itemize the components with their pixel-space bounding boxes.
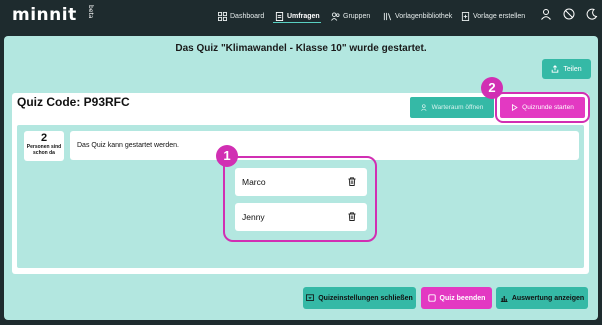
close-quiz-settings-label: Quizeinstellungen schließen — [318, 294, 413, 302]
player-name: Marco — [242, 177, 266, 187]
add-user-icon — [420, 104, 427, 111]
show-results-label: Auswertung anzeigen — [511, 294, 585, 302]
show-results-button[interactable]: Auswertung anzeigen — [496, 287, 588, 309]
player-item: Jenny — [235, 203, 367, 231]
nav-gruppen[interactable]: Gruppen — [331, 9, 370, 23]
quiz-started-message: Das Quiz "Klimawandel - Klasse 10" wurde… — [175, 43, 427, 54]
bar-chart-icon — [500, 296, 508, 302]
close-settings-icon — [306, 294, 315, 301]
globe-icon[interactable] — [563, 8, 575, 20]
quiz-code: Quiz Code: P93RFC — [17, 95, 130, 109]
trash-icon[interactable] — [348, 212, 356, 221]
open-waiting-room-button[interactable]: Warteraum öffnen — [410, 97, 494, 118]
highlight-ring — [495, 92, 590, 123]
document-icon — [275, 11, 284, 21]
player-name: Jenny — [242, 212, 265, 222]
nav-umfragen-label: Umfragen — [287, 12, 320, 20]
beta-label: beta — [87, 5, 94, 19]
add-document-icon — [461, 11, 470, 21]
nav-dashboard[interactable]: Dashboard — [218, 9, 264, 23]
nav-vorlage-erstellen[interactable]: Vorlage erstellen — [461, 9, 525, 23]
users-icon — [331, 11, 340, 21]
share-button-label: Teilen — [563, 65, 582, 73]
step-badge: 1 — [216, 145, 238, 167]
share-icon — [552, 65, 559, 73]
nav-vorlagenbibliothek-label: Vorlagenbibliothek — [395, 12, 453, 20]
participant-count-caption-line2: schon da — [33, 150, 55, 156]
nav-vorlagenbibliothek[interactable]: Vorlagenbibliothek — [383, 9, 452, 23]
nav-vorlage-erstellen-label: Vorlage erstellen — [473, 12, 526, 20]
grid-icon — [218, 11, 227, 21]
nav-gruppen-label: Gruppen — [343, 12, 371, 20]
end-quiz-label: Quiz beenden — [439, 294, 486, 302]
end-quiz-button[interactable]: Quiz beenden — [421, 287, 492, 309]
user-icon[interactable] — [540, 8, 552, 20]
open-waiting-room-label: Warteraum öffnen — [431, 104, 484, 111]
step-badge: 2 — [481, 77, 503, 99]
stop-icon — [427, 294, 436, 302]
participant-count: 2 Personen sind schon da — [24, 131, 64, 161]
top-navigation: minnit beta Dashboard Umfragen Gruppen V… — [0, 0, 602, 30]
library-icon — [383, 12, 392, 20]
logo[interactable]: minnit — [12, 5, 77, 25]
close-quiz-settings-button[interactable]: Quizeinstellungen schließen — [303, 287, 416, 309]
trash-icon[interactable] — [348, 177, 356, 186]
share-button[interactable]: Teilen — [542, 59, 591, 79]
participant-count-number: 2 — [40, 132, 48, 144]
player-item: Marco — [235, 168, 367, 196]
nav-umfragen[interactable]: Umfragen — [275, 9, 320, 23]
active-tab-indicator — [273, 22, 321, 23]
moon-icon[interactable] — [586, 8, 598, 20]
nav-dashboard-label: Dashboard — [230, 12, 265, 20]
